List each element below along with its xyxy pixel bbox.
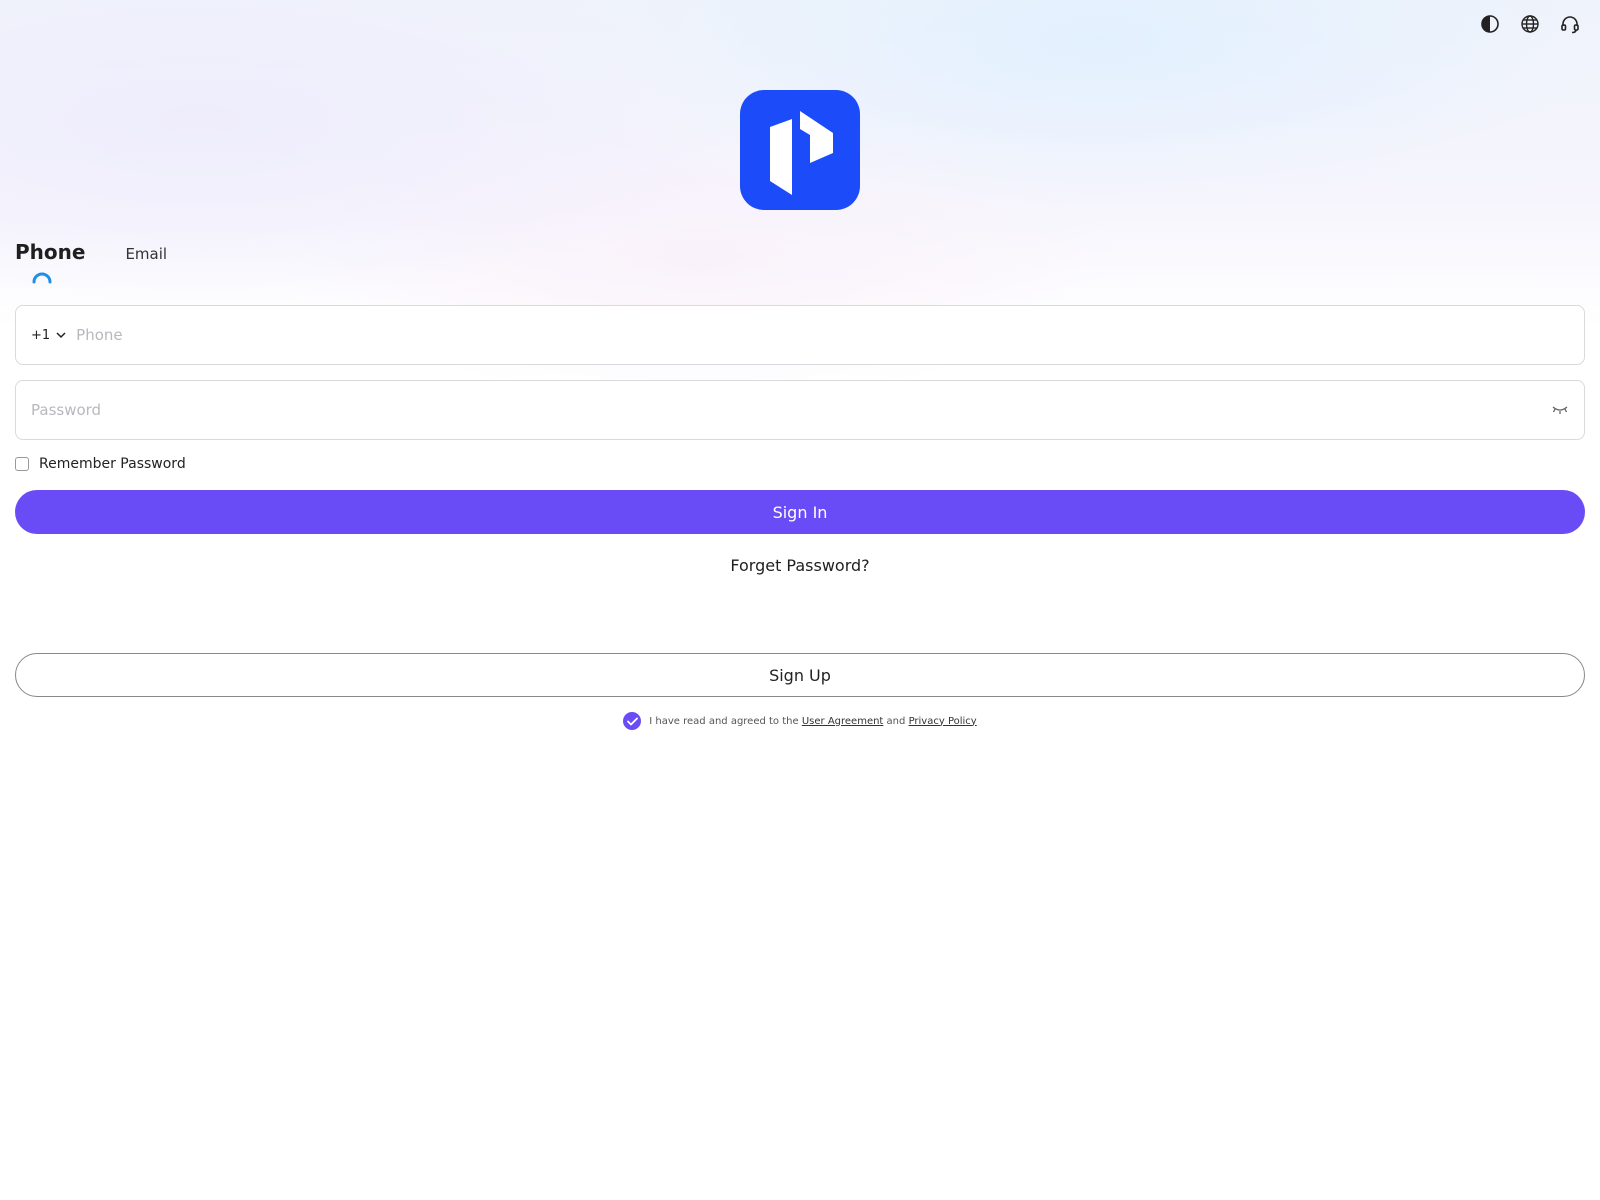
app-logo [740, 90, 860, 210]
contrast-icon[interactable] [1478, 12, 1502, 36]
phone-input[interactable] [76, 326, 1569, 344]
checkmark-icon [626, 717, 638, 725]
privacy-policy-link[interactable]: Privacy Policy [909, 716, 977, 727]
remember-password: Remember Password [15, 456, 186, 472]
remember-password-label: Remember Password [39, 456, 186, 472]
top-toolbar [1478, 12, 1582, 36]
tab-phone[interactable]: Phone [15, 240, 86, 284]
password-field [15, 380, 1585, 440]
user-agreement-link[interactable]: User Agreement [802, 716, 884, 727]
loading-spinner-icon [32, 272, 52, 284]
tab-email-label: Email [125, 245, 168, 263]
sign-in-button[interactable]: Sign In [15, 490, 1585, 534]
headset-icon[interactable] [1558, 12, 1582, 36]
password-input[interactable] [31, 401, 1551, 419]
phone-field: +1 [15, 305, 1585, 365]
sign-up-button[interactable]: Sign Up [15, 653, 1585, 697]
agreement-checkbox[interactable] [623, 712, 642, 730]
agreement-conjunction: and [886, 715, 906, 727]
tab-email[interactable]: Email [125, 240, 167, 263]
forget-password-link[interactable]: Forget Password? [730, 556, 869, 575]
agreement-row: I have read and agreed to the User Agree… [0, 712, 1600, 730]
sign-up-label: Sign Up [769, 665, 831, 685]
country-code-value: +1 [31, 327, 51, 343]
tab-phone-label: Phone [15, 240, 86, 264]
sign-in-label: Sign In [772, 502, 828, 522]
globe-icon[interactable] [1518, 12, 1542, 36]
forget-password-row: Forget Password? [0, 556, 1600, 575]
login-method-tabs: Phone Email [15, 240, 167, 284]
login-page: Phone Email +1 Re [0, 0, 1600, 1200]
chevron-down-icon [56, 332, 66, 339]
remember-password-checkbox[interactable] [15, 457, 29, 471]
eye-closed-icon[interactable] [1551, 403, 1569, 417]
agreement-prefix: I have read and agreed to the [649, 715, 799, 727]
country-code-select[interactable]: +1 [31, 328, 66, 343]
